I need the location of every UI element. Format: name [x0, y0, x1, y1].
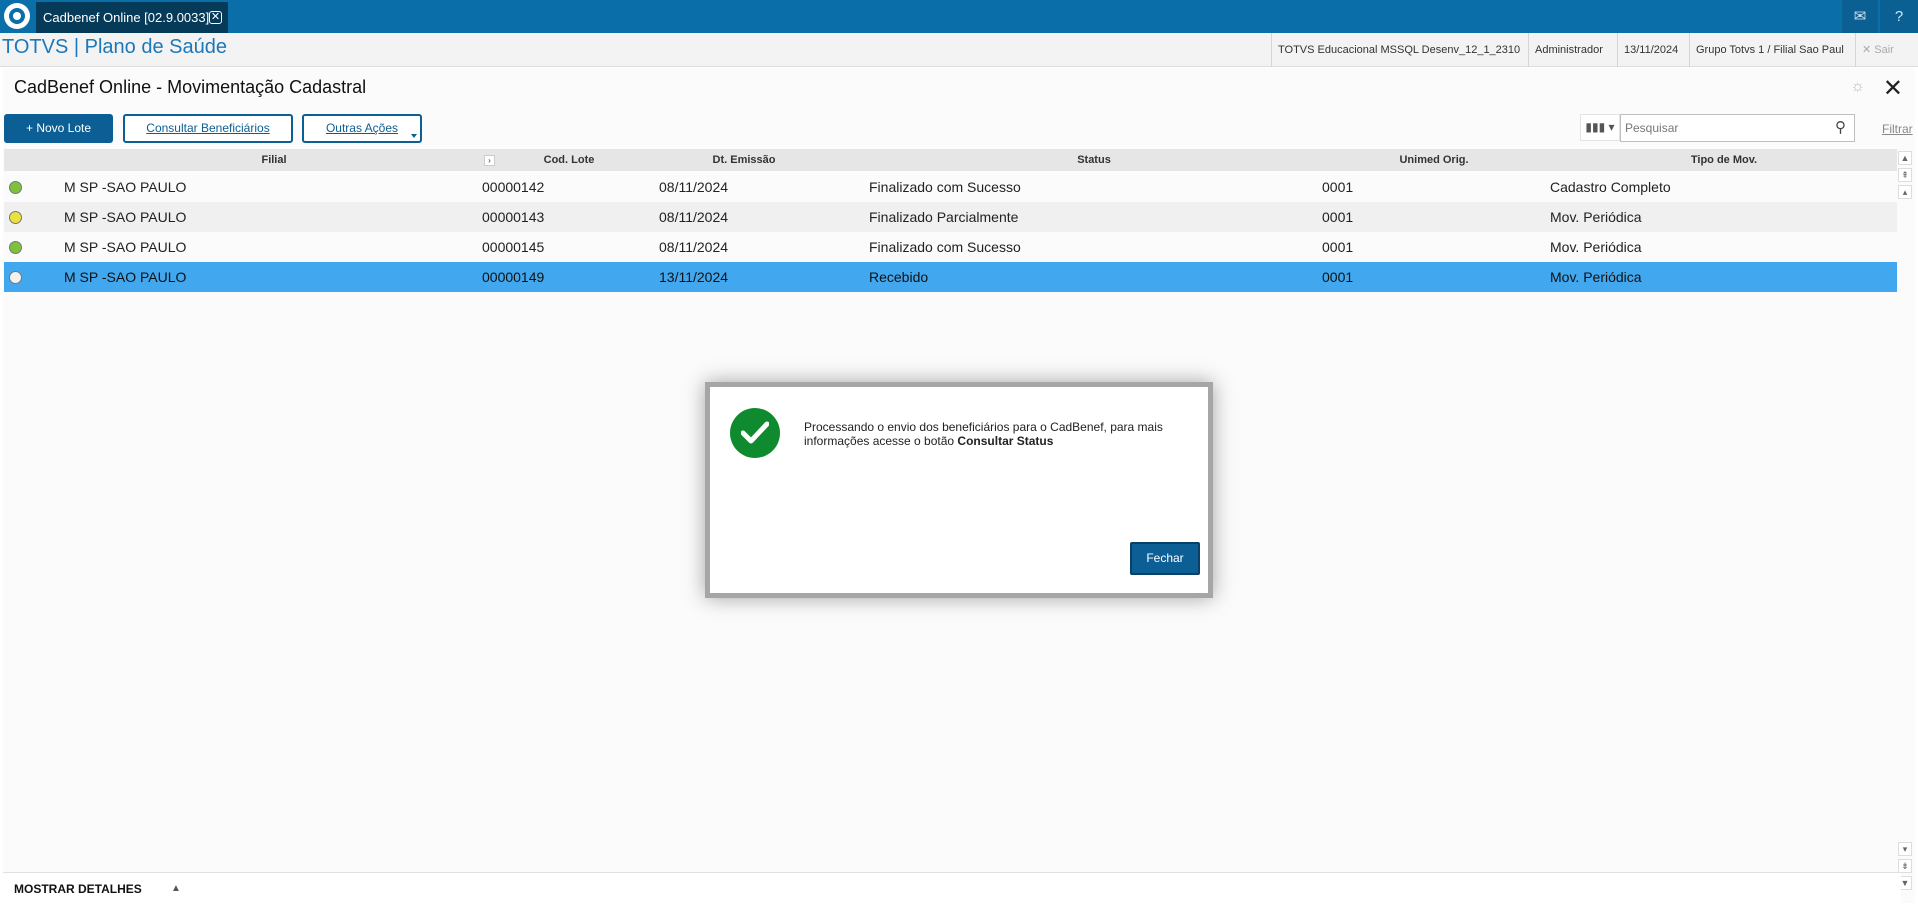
column-header-filial[interactable]: Filial: [144, 149, 404, 171]
column-selector-button[interactable]: ▮▮▮ ▾: [1580, 114, 1620, 141]
cell-filial: M SP -SAO PAULO: [64, 179, 187, 195]
column-header-dt-emissao[interactable]: Dt. Emissão: [659, 149, 829, 171]
company-label: Grupo Totvs 1 / Filial Sao Paul: [1689, 33, 1850, 67]
column-header-unimed-orig[interactable]: Unimed Orig.: [1334, 149, 1534, 171]
status-indicator: [9, 271, 22, 284]
cell-status: Recebido: [869, 269, 929, 285]
logout-label: Sair: [1874, 44, 1894, 56]
chevron-up-icon[interactable]: ▲: [171, 883, 181, 894]
environment-label: TOTVS Educacional MSSQL Desenv_12_1_2310: [1271, 33, 1526, 67]
plus-icon: +: [25, 121, 33, 135]
app-brand: TOTVS | Plano de Saúde: [2, 36, 227, 58]
cell-unimed-orig: 0001: [1322, 239, 1354, 255]
totvs-logo-icon[interactable]: [4, 3, 30, 29]
gear-icon[interactable]: ☼: [1850, 78, 1865, 96]
dialog-message-bold: Consultar Status: [957, 434, 1054, 448]
table-row[interactable]: M SP -SAO PAULO 00000143 08/11/2024 Fina…: [4, 202, 1897, 232]
app-header: TOTVS | Plano de Saúde TOTVS Educacional…: [0, 33, 1918, 67]
tab-label: Cadbenef Online [02.9.0033]: [43, 10, 210, 25]
cell-cod-lote: 00000142: [482, 179, 545, 195]
cell-tipo-mov: Mov. Periódica: [1550, 239, 1642, 255]
other-actions-button[interactable]: Outras Ações: [302, 114, 422, 143]
cell-dt-emissao: 13/11/2024: [659, 269, 729, 285]
success-dialog: Processando o envio dos beneficiários pa…: [705, 382, 1213, 598]
cell-dt-emissao: 08/11/2024: [659, 209, 729, 225]
columns-icon: ▮▮▮ ▾: [1585, 120, 1615, 134]
top-bar: Cadbenef Online [02.9.0033] ✕ ✉ ?: [0, 0, 1918, 33]
column-header-tipo-mov[interactable]: Tipo de Mov.: [1624, 149, 1824, 171]
cell-unimed-orig: 0001: [1322, 209, 1354, 225]
table-row[interactable]: M SP -SAO PAULO 00000142 08/11/2024 Fina…: [4, 172, 1897, 202]
new-batch-button[interactable]: + Novo Lote: [4, 114, 113, 143]
scroll-page-up-icon[interactable]: ⇞: [1898, 168, 1912, 182]
cell-filial: M SP -SAO PAULO: [64, 209, 187, 225]
status-indicator: [9, 241, 22, 254]
scroll-page-down-icon[interactable]: ⇟: [1898, 859, 1912, 873]
status-indicator: [9, 211, 22, 224]
tab-close-icon[interactable]: ✕: [209, 11, 222, 24]
page-title: CadBenef Online - Movimentação Cadastral: [14, 77, 367, 97]
logout-button[interactable]: ✕ Sair: [1855, 33, 1918, 67]
new-batch-label: Novo Lote: [36, 121, 92, 135]
cell-unimed-orig: 0001: [1322, 179, 1354, 195]
table-row[interactable]: M SP -SAO PAULO 00000145 08/11/2024 Fina…: [4, 232, 1897, 262]
search-input[interactable]: [1620, 114, 1855, 142]
date-label: 13/11/2024: [1617, 33, 1684, 67]
scroll-down-icon[interactable]: ▾: [1898, 842, 1912, 856]
details-footer[interactable]: MOSTRAR DETALHES ▲: [3, 872, 1901, 903]
close-dialog-button[interactable]: Fechar: [1130, 542, 1200, 575]
success-check-icon: [730, 408, 780, 458]
other-actions-label: Outras Ações: [325, 121, 399, 135]
consult-beneficiaries-button[interactable]: Consultar Beneficiários: [123, 114, 293, 143]
cell-dt-emissao: 08/11/2024: [659, 239, 729, 255]
cell-filial: M SP -SAO PAULO: [64, 269, 187, 285]
chevron-down-icon: [411, 134, 417, 138]
mail-icon[interactable]: ✉: [1842, 0, 1878, 33]
cell-status: Finalizado Parcialmente: [869, 209, 1019, 225]
close-icon: ✕: [1862, 44, 1872, 56]
filter-link[interactable]: Filtrar: [1882, 122, 1913, 136]
cell-filial: M SP -SAO PAULO: [64, 239, 187, 255]
cell-cod-lote: 00000145: [482, 239, 545, 255]
cell-cod-lote: 00000143: [482, 209, 545, 225]
column-header-cod-lote[interactable]: Cod. Lote: [504, 149, 634, 171]
table-row-selected[interactable]: M SP -SAO PAULO 00000149 13/11/2024 Rece…: [4, 262, 1897, 292]
tab-cadbenef-online[interactable]: Cadbenef Online [02.9.0033] ✕: [36, 2, 228, 33]
help-icon[interactable]: ?: [1880, 0, 1918, 33]
cell-status: Finalizado com Sucesso: [869, 179, 1021, 195]
close-page-icon[interactable]: ✕: [1883, 74, 1903, 103]
user-label: Administrador: [1528, 33, 1609, 67]
vertical-scrollbar[interactable]: ▲ ⇞ ▴ ▾ ⇟ ▼: [1898, 149, 1912, 904]
cell-status: Finalizado com Sucesso: [869, 239, 1021, 255]
search-icon[interactable]: ⚲: [1835, 118, 1846, 136]
column-collapse-icon[interactable]: ›: [484, 155, 495, 166]
cell-tipo-mov: Mov. Periódica: [1550, 269, 1642, 285]
checkmark-icon: [741, 421, 769, 444]
cell-unimed-orig: 0001: [1322, 269, 1354, 285]
cell-dt-emissao: 08/11/2024: [659, 179, 729, 195]
status-indicator: [9, 181, 22, 194]
cell-tipo-mov: Cadastro Completo: [1550, 179, 1671, 195]
scroll-up-icon[interactable]: ▴: [1898, 185, 1912, 199]
cell-cod-lote: 00000149: [482, 269, 545, 285]
cell-tipo-mov: Mov. Periódica: [1550, 209, 1642, 225]
scroll-top-icon[interactable]: ▲: [1898, 151, 1912, 165]
table-header: Filial › Cod. Lote Dt. Emissão Status Un…: [4, 149, 1897, 171]
column-header-status[interactable]: Status: [994, 149, 1194, 171]
dialog-message: Processando o envio dos beneficiários pa…: [804, 420, 1204, 448]
show-details-label[interactable]: MOSTRAR DETALHES: [14, 882, 142, 896]
